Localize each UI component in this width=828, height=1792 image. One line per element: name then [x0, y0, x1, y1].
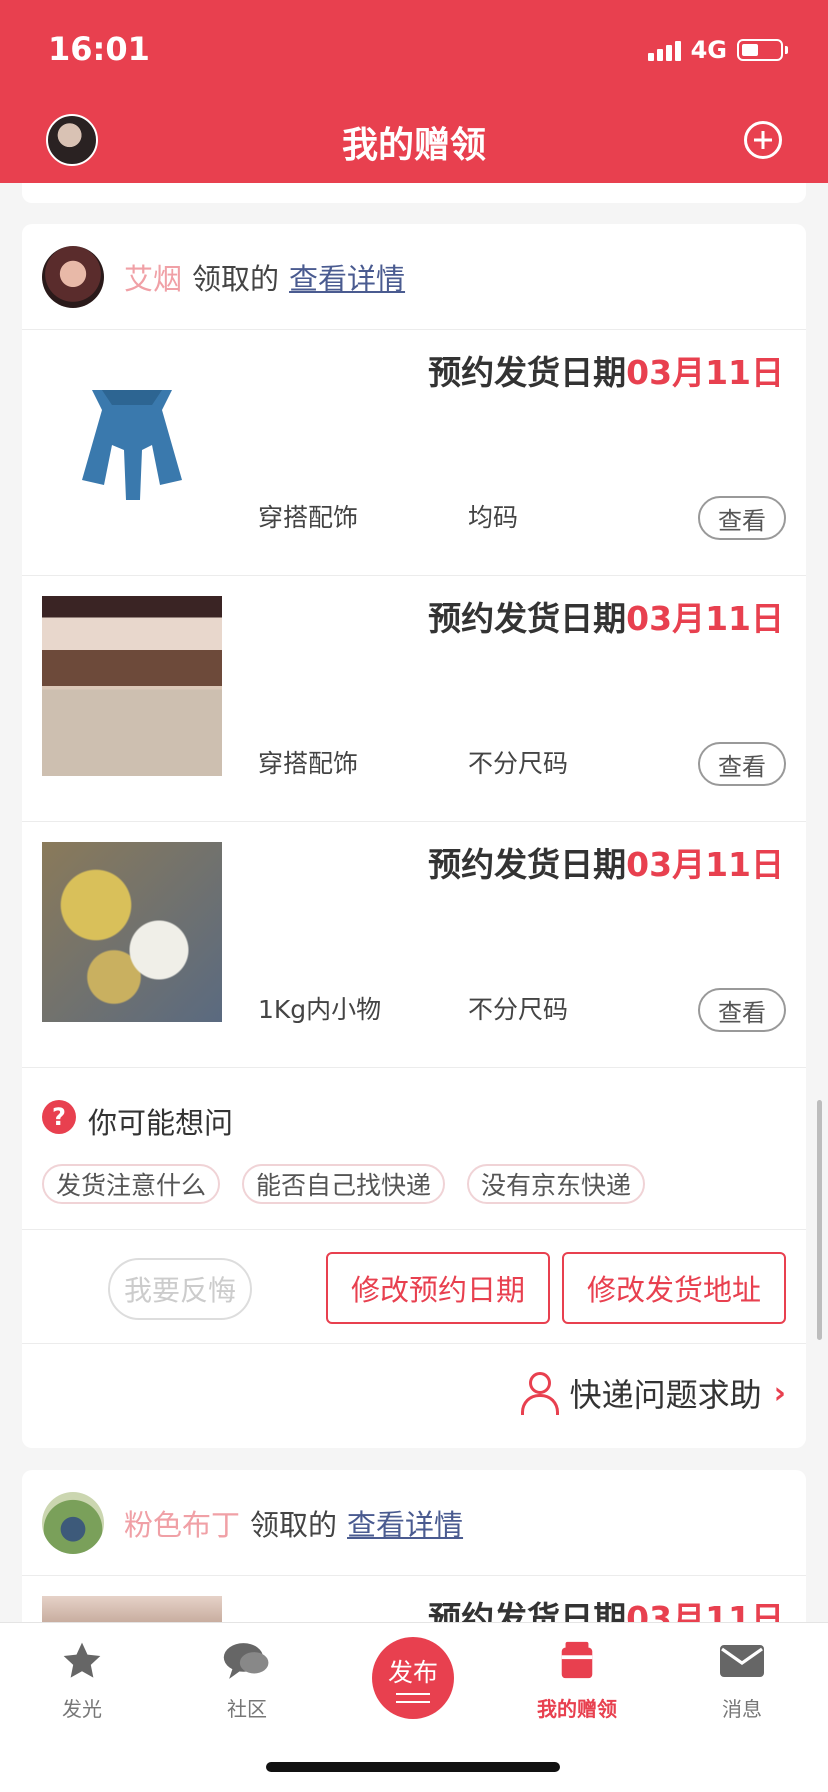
claimed-label: 领取的	[250, 1507, 338, 1542]
view-button[interactable]: 查看	[698, 988, 786, 1032]
faq-section: ? 你可能想问 发货注意什么 能否自己找快递 没有京东快递	[22, 1068, 806, 1230]
gift-box-icon	[517, 1637, 637, 1685]
item-size: 不分尺码	[468, 749, 569, 778]
signal-icon	[647, 39, 681, 61]
previous-card-bottom	[22, 183, 806, 203]
regret-button[interactable]: 我要反悔	[108, 1258, 252, 1320]
add-icon[interactable]	[744, 121, 782, 159]
ship-date: 预约发货日期03月11日	[428, 599, 784, 638]
view-details-link[interactable]: 查看详情	[289, 256, 405, 298]
item-category: 穿搭配饰	[258, 749, 359, 778]
item-category: 穿搭配饰	[258, 503, 359, 532]
claimed-item: 预约发货日期03月11日 穿搭配饰 均码 查看	[22, 330, 806, 576]
tab-messages[interactable]: 消息	[682, 1637, 802, 1722]
person-icon	[520, 1372, 559, 1415]
item-image-choker[interactable]	[42, 596, 222, 776]
view-details-link[interactable]: 查看详情	[347, 1502, 463, 1544]
item-category: 1Kg内小物	[258, 995, 382, 1024]
faq-chip[interactable]: 能否自己找快递	[242, 1164, 446, 1204]
claimed-label: 领取的	[192, 261, 280, 296]
claimed-item: 预约发货日期03月11日 穿搭配饰 不分尺码 查看	[22, 576, 806, 822]
faq-chips: 发货注意什么 能否自己找快递 没有京东快递	[42, 1164, 646, 1204]
page-title: 我的赠领	[341, 125, 486, 166]
tab-my-claims[interactable]: 我的赠领	[517, 1637, 637, 1722]
faq-chip[interactable]: 没有京东快递	[467, 1164, 646, 1204]
faq-chip[interactable]: 发货注意什么	[42, 1164, 221, 1204]
courier-help-label: 快递问题求助	[569, 1376, 762, 1414]
change-date-button[interactable]: 修改预约日期	[326, 1252, 550, 1324]
scrollbar[interactable]	[817, 1100, 822, 1340]
user-name[interactable]: 粉色布丁	[124, 1502, 240, 1544]
courier-help-row[interactable]: 快递问题求助 ›	[22, 1344, 806, 1444]
network-type: 4G	[690, 36, 727, 64]
item-size: 不分尺码	[468, 995, 569, 1024]
envelope-icon	[682, 1637, 802, 1685]
tab-glow[interactable]: 发光	[22, 1637, 142, 1722]
item-size: 均码	[468, 503, 519, 532]
change-address-button[interactable]: 修改发货地址	[562, 1252, 786, 1324]
tab-community[interactable]: 社区	[187, 1637, 307, 1722]
question-icon: ?	[42, 1100, 76, 1134]
item-image-sweater[interactable]	[42, 350, 222, 530]
status-indicators: 4G	[647, 36, 788, 64]
claim-card-header: 粉色布丁 领取的 查看详情	[22, 1470, 806, 1576]
star-icon	[22, 1637, 142, 1685]
user-avatar[interactable]	[42, 245, 104, 308]
claimed-item: 预约发货日期03月11日 1Kg内小物 不分尺码 查看	[22, 822, 806, 1068]
publish-button[interactable]: 发布	[372, 1637, 454, 1719]
action-row: 我要反悔 修改预约日期 修改发货地址	[22, 1230, 806, 1344]
ship-date: 预约发货日期03月11日	[428, 845, 784, 884]
user-name[interactable]: 艾烟	[124, 256, 182, 298]
chat-bubble-icon	[187, 1637, 307, 1685]
claim-card: 艾烟 领取的 查看详情 预约发货日期03月11日 穿搭配饰 均码 查看 预约发货…	[22, 224, 806, 1448]
ship-date: 预约发货日期03月11日	[428, 353, 784, 392]
faq-title: 你可能想问	[88, 1106, 234, 1140]
view-button[interactable]: 查看	[698, 742, 786, 786]
chevron-right-icon: ›	[773, 1375, 786, 1411]
view-button[interactable]: 查看	[698, 496, 786, 540]
top-bar: 16:01 4G 我的赠领	[0, 0, 828, 183]
claim-card-header: 艾烟 领取的 查看详情	[22, 224, 806, 330]
battery-icon	[737, 39, 783, 61]
status-time: 16:01	[48, 30, 150, 68]
user-avatar[interactable]	[42, 1491, 104, 1554]
home-indicator[interactable]	[266, 1762, 560, 1772]
item-image-snacks[interactable]	[42, 842, 222, 1022]
